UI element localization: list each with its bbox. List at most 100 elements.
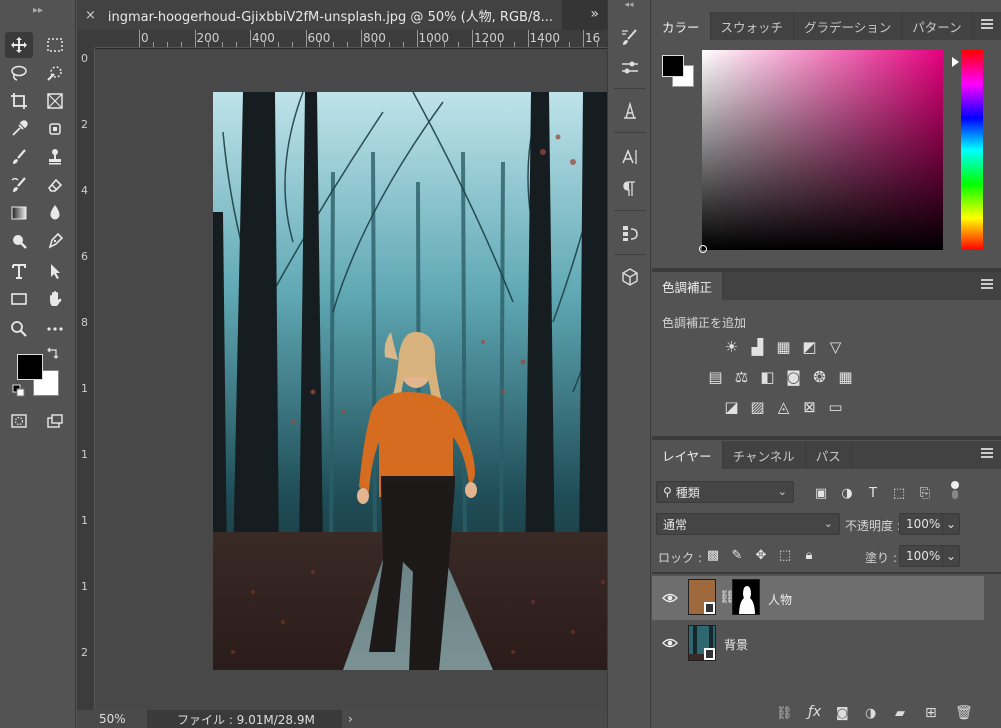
spot-healing-tool-icon[interactable] (41, 116, 69, 142)
panel-grip[interactable]: ▸▸ (0, 0, 76, 20)
levels-icon[interactable]: ▟ (748, 337, 767, 356)
eye-icon[interactable] (662, 637, 678, 649)
glyphs-icon[interactable] (616, 98, 644, 124)
filter-pixel-icon[interactable]: ▣ (812, 484, 830, 502)
exposure-icon[interactable]: ◩ (800, 337, 819, 356)
vibrance-icon[interactable]: ▽ (826, 337, 845, 356)
link-layers-icon[interactable]: ⛓ (776, 706, 793, 721)
document-tab[interactable]: × ingmar-hoogerhoud-GjixbbiV2fM-unsplash… (77, 0, 562, 30)
color-lookup-icon[interactable]: ▦ (836, 367, 855, 386)
close-tab-icon[interactable]: × (85, 8, 96, 23)
tab-paths[interactable]: パス (806, 441, 852, 469)
history-panel-icon[interactable] (616, 220, 644, 246)
eraser-tool-icon[interactable] (41, 172, 69, 198)
marquee-tool-icon[interactable] (41, 32, 69, 58)
hue-slider[interactable] (952, 50, 983, 250)
path-selection-tool-icon[interactable] (41, 258, 69, 284)
paragraph-panel-icon[interactable] (616, 176, 644, 202)
brush-settings-icon[interactable] (616, 25, 644, 51)
strip-grip[interactable]: ◂◂ (608, 0, 650, 14)
tab-color[interactable]: カラー (652, 12, 711, 40)
new-layer-icon[interactable]: ⊞ (925, 705, 937, 721)
horizontal-ruler[interactable]: 0 200 400 600 800 1000 1200 1400 16 (95, 30, 607, 48)
lasso-tool-icon[interactable] (5, 60, 33, 86)
tab-gradients[interactable]: グラデーション (794, 12, 903, 40)
rectangle-tool-icon[interactable] (5, 286, 33, 312)
tab-patterns[interactable]: パターン (902, 12, 973, 40)
blend-mode-select[interactable]: 通常 ⌄ (656, 513, 840, 535)
layer-name[interactable]: 背景 (724, 636, 748, 653)
tab-layers[interactable]: レイヤー (652, 441, 723, 469)
fill-dropdown[interactable]: ⌄ (942, 545, 960, 567)
zoom-level[interactable]: 50% (77, 712, 142, 726)
clone-stamp-tool-icon[interactable] (41, 144, 69, 170)
filter-shape-icon[interactable]: ⬚ (890, 484, 908, 502)
foreground-color-swatch[interactable] (17, 354, 43, 380)
fx-icon[interactable]: ƒx (808, 704, 821, 720)
canvas-image[interactable] (213, 92, 626, 670)
ruler-origin[interactable] (77, 30, 95, 48)
photo-filter-icon[interactable]: ◙ (784, 367, 803, 386)
status-menu-arrow[interactable]: › (348, 712, 353, 726)
brush-presets-icon[interactable] (616, 55, 644, 81)
zoom-tool-icon[interactable] (5, 316, 33, 342)
black-white-icon[interactable]: ◧ (758, 367, 777, 386)
3d-panel-icon[interactable] (616, 264, 644, 290)
panel-menu-icon[interactable] (981, 448, 993, 458)
add-mask-icon[interactable]: ◙ (836, 706, 849, 721)
tab-adjustments[interactable]: 色調補正 (652, 272, 724, 300)
curves-icon[interactable]: ▦ (774, 337, 793, 356)
layer-row[interactable]: 背景 (652, 621, 984, 665)
layer-row[interactable]: ⛓ 人物 (652, 576, 984, 620)
blur-tool-icon[interactable] (41, 200, 69, 226)
hue-saturation-icon[interactable]: ▤ (706, 367, 725, 386)
color-balance-icon[interactable]: ⚖ (732, 367, 751, 386)
pen-tool-icon[interactable] (41, 228, 69, 254)
vertical-ruler[interactable]: 0 2 4 6 8 1 1 1 1 2 (77, 48, 95, 710)
opacity-dropdown[interactable]: ⌄ (942, 513, 960, 535)
gradient-map-icon[interactable]: ▭ (826, 397, 845, 416)
eyedropper-tool-icon[interactable] (5, 116, 33, 142)
lock-transparent-pixels-icon[interactable]: ▩ (704, 546, 722, 564)
tab-channels[interactable]: チャンネル (723, 441, 806, 469)
panel-foreground-swatch[interactable] (662, 55, 684, 77)
lock-image-pixels-icon[interactable]: ✎ (728, 546, 746, 564)
move-tool-icon[interactable] (5, 32, 33, 58)
new-group-icon[interactable]: ▰ (895, 706, 905, 721)
channel-mixer-icon[interactable]: ❂ (810, 367, 829, 386)
type-tool-icon[interactable] (5, 258, 33, 284)
crop-tool-icon[interactable] (5, 88, 33, 114)
filter-type-icon[interactable]: T (864, 484, 882, 502)
quick-selection-tool-icon[interactable] (41, 60, 69, 86)
hand-tool-icon[interactable] (41, 286, 69, 312)
history-brush-tool-icon[interactable] (5, 172, 33, 198)
screen-mode-icon[interactable] (41, 408, 69, 434)
lock-all-icon[interactable]: 🔒︎ (800, 546, 818, 564)
swap-colors-icon[interactable] (46, 346, 60, 360)
filter-toggle-icon[interactable] (946, 481, 964, 499)
eye-icon[interactable] (662, 592, 678, 604)
gradient-tool-icon[interactable] (5, 200, 33, 226)
color-field[interactable] (699, 50, 943, 253)
tab-swatches[interactable]: スウォッチ (711, 12, 795, 40)
lock-artboard-icon[interactable]: ⬚ (776, 546, 794, 564)
layer-mask-thumbnail[interactable] (732, 579, 760, 615)
layer-thumbnail[interactable] (688, 625, 716, 661)
layer-thumbnail[interactable] (688, 579, 716, 615)
new-adjustment-layer-icon[interactable]: ◑ (865, 706, 876, 721)
dodge-tool-icon[interactable] (5, 228, 33, 254)
layer-name[interactable]: 人物 (768, 591, 792, 608)
panel-menu-icon[interactable] (981, 279, 993, 289)
posterize-icon[interactable]: ▨ (748, 397, 767, 416)
filter-adjustment-icon[interactable]: ◑ (838, 484, 856, 502)
quick-mask-icon[interactable] (5, 408, 33, 434)
lock-position-icon[interactable]: ✥ (752, 546, 770, 564)
hue-slider-handle[interactable] (952, 57, 959, 67)
brush-tool-icon[interactable] (5, 144, 33, 170)
color-picker-cursor[interactable] (699, 245, 707, 253)
threshold-icon[interactable]: ◬ (774, 397, 793, 416)
brightness-contrast-icon[interactable]: ☀ (722, 337, 741, 356)
delete-layer-icon[interactable]: 🗑︎ (955, 705, 973, 721)
more-tools-icon[interactable] (41, 316, 69, 342)
tab-overflow-icon[interactable]: » (590, 6, 599, 22)
